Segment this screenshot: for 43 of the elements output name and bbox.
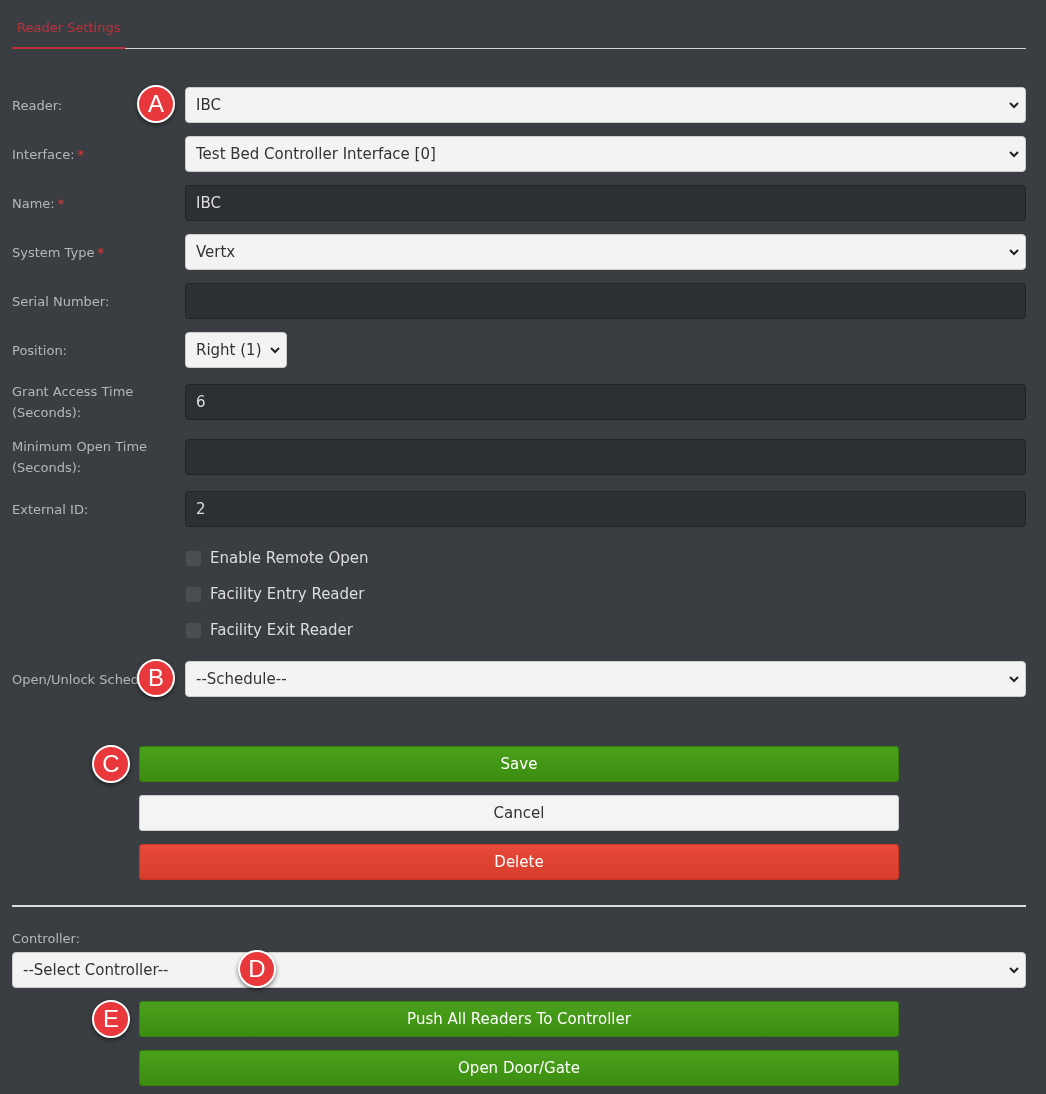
checkbox-option[interactable]: Facility Exit Reader (185, 612, 353, 648)
callout-badge: C (92, 745, 130, 783)
field-label: External ID: (12, 501, 89, 517)
select-field[interactable]: IBC (185, 87, 1026, 123)
select-field[interactable]: Test Bed Controller Interface [0] (185, 136, 1026, 172)
callout-badge: A (137, 85, 175, 123)
action-button[interactable]: Open Door/Gate (139, 1050, 899, 1086)
callout-badge: D (238, 950, 276, 988)
chevron-down-icon (269, 346, 280, 354)
chevron-down-icon (1009, 101, 1019, 109)
chevron-down-icon (1009, 150, 1019, 158)
callout-badge: E (92, 1000, 130, 1038)
chevron-down-icon (1009, 248, 1019, 256)
select-field[interactable]: --Select Controller-- D (12, 952, 1026, 988)
input-field[interactable]: 6 (185, 384, 1026, 420)
action-button[interactable]: Save (139, 746, 899, 782)
select-field[interactable]: --Schedule-- (185, 661, 1026, 697)
field-label: Minimum Open Time (Seconds): (12, 439, 148, 475)
chevron-down-icon (1009, 966, 1019, 974)
checkbox-option[interactable]: Enable Remote Open (185, 540, 369, 576)
field-label: Serial Number: (12, 293, 110, 309)
required-mark: * (97, 244, 104, 260)
input-field[interactable] (185, 439, 1026, 475)
input-field[interactable]: 2 (185, 491, 1026, 527)
field-label: Name: (12, 195, 55, 211)
required-mark: * (77, 146, 85, 162)
input-field[interactable] (185, 283, 1026, 319)
chevron-down-icon (1009, 675, 1019, 683)
cancel-button[interactable]: Cancel (139, 795, 899, 831)
field-label: Reader: (12, 97, 63, 113)
checkbox-option[interactable]: Facility Entry Reader (185, 576, 365, 612)
field-label: Controller: (12, 931, 82, 946)
required-mark: * (57, 195, 65, 211)
action-button[interactable]: Delete (139, 844, 899, 880)
input-field[interactable]: IBC (185, 185, 1026, 221)
field-label: Interface: (12, 146, 75, 162)
field-label: Position: (12, 342, 67, 358)
action-button[interactable]: Push All Readers To Controller (139, 1001, 899, 1037)
field-label: Grant Access Time (Seconds): (12, 384, 134, 420)
field-label: System Type (12, 244, 95, 260)
callout-badge: B (137, 659, 175, 697)
select-field[interactable]: Vertx (185, 234, 1026, 270)
select-field[interactable]: Right (1) (185, 332, 287, 368)
